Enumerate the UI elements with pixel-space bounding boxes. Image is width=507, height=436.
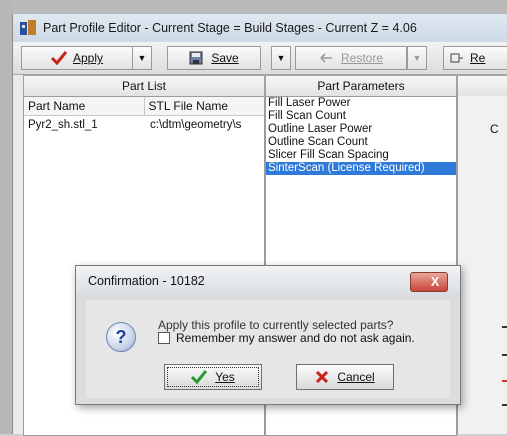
stl-file-cell: c:\dtm\geometry\s [150, 119, 242, 131]
chevron-down-icon: ▼ [137, 53, 147, 63]
ref-icon [450, 53, 463, 63]
part-parameters-title: Part Parameters [317, 79, 405, 93]
save-dropdown[interactable]: ▼ [271, 46, 291, 70]
remember-answer-checkbox[interactable] [158, 332, 170, 344]
window-titlebar: Part Profile Editor - Current Stage = Bu… [13, 14, 507, 42]
photo-edge-left [0, 0, 12, 434]
checkmark-icon [50, 51, 67, 65]
yes-button[interactable]: Yes [164, 364, 262, 390]
restore-button[interactable]: Restore [295, 46, 407, 70]
table-row[interactable]: Pyr2_sh.stl_1 c:\dtm\geometry\s [24, 116, 264, 134]
restore-icon [320, 53, 332, 63]
ref-button[interactable]: Re [443, 46, 507, 70]
part-list-column-headers: Part Name STL File Name [24, 97, 264, 116]
save-icon [189, 51, 203, 65]
parameter-item[interactable]: Slicer Fill Scan Spacing [266, 149, 456, 162]
toolbar: Apply ▼ Save ▼ Restore ▼ Re [13, 42, 507, 75]
parameter-item[interactable]: Fill Laser Power [266, 97, 456, 110]
column-header-stl-file-name[interactable]: STL File Name [145, 97, 265, 115]
dialog-close-button[interactable]: X [410, 272, 448, 292]
part-list-header: Part List [23, 75, 265, 97]
parameter-item[interactable]: Fill Scan Count [266, 110, 456, 123]
restore-button-label: Restore [340, 51, 384, 65]
app-icon [20, 20, 36, 35]
parameter-item[interactable]: Outline Scan Count [266, 136, 456, 149]
dialog-titlebar: Confirmation - 10182 X [76, 266, 460, 296]
photo-edge-top [0, 0, 507, 14]
dialog-body: ? Apply this profile to currently select… [86, 300, 450, 398]
cancel-button[interactable]: Cancel [296, 364, 394, 390]
chevron-down-icon: ▼ [276, 53, 286, 63]
apply-button[interactable]: Apply [21, 46, 133, 70]
parameter-item[interactable]: Outline Laser Power [266, 123, 456, 136]
dialog-title: Confirmation - 10182 [88, 274, 205, 288]
yes-button-label: Yes [215, 370, 235, 384]
remember-answer-row[interactable]: Remember my answer and do not ask again. [158, 331, 415, 345]
remember-answer-label: Remember my answer and do not ask again. [176, 331, 415, 345]
marker-dash [502, 380, 507, 382]
apply-button-label: Apply [72, 51, 104, 65]
restore-dropdown[interactable]: ▼ [407, 46, 427, 70]
question-icon: ? [106, 322, 136, 352]
cancel-button-label: Cancel [337, 370, 375, 384]
checkmark-icon [191, 370, 208, 384]
part-name-cell: Pyr2_sh.stl_1 [28, 119, 98, 131]
confirmation-dialog: Confirmation - 10182 X ? Apply this prof… [75, 265, 461, 405]
marker-dash [502, 404, 507, 406]
window-title: Part Profile Editor - Current Stage = Bu… [43, 21, 417, 35]
cross-icon [316, 370, 329, 384]
ref-button-label: Re [470, 51, 486, 65]
marker-dash [502, 354, 507, 356]
chevron-down-icon: ▼ [412, 53, 422, 63]
part-list-title: Part List [121, 79, 166, 93]
save-button[interactable]: Save [167, 46, 261, 70]
marker-dash [502, 326, 507, 328]
right-pane-header [457, 75, 507, 97]
save-button-label: Save [211, 51, 239, 65]
close-icon: X [430, 275, 440, 289]
parameter-item-selected[interactable]: SinterScan (License Required) [266, 162, 456, 175]
right-pane-letter: C [490, 122, 499, 136]
right-pane: C [457, 96, 507, 434]
part-profile-editor-window: Part Profile Editor - Current Stage = Bu… [12, 14, 507, 436]
apply-dropdown[interactable]: ▼ [132, 46, 152, 70]
dialog-message: Apply this profile to currently selected… [158, 318, 394, 332]
part-parameters-header: Part Parameters [265, 75, 457, 97]
column-header-part-name[interactable]: Part Name [24, 97, 145, 115]
